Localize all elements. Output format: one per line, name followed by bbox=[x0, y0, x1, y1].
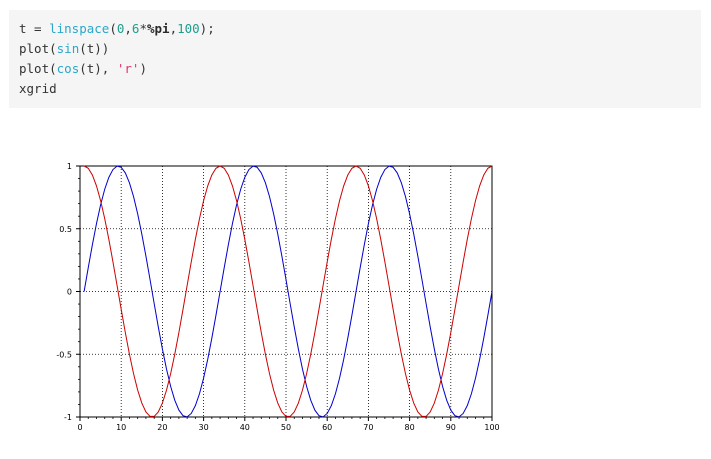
code-text: , bbox=[169, 21, 178, 36]
code-function: cos bbox=[56, 61, 80, 76]
y-tick-label: 0 bbox=[67, 288, 72, 297]
x-tick-label: 40 bbox=[240, 423, 250, 432]
code-text: (t)) bbox=[79, 41, 110, 56]
code-text: t = bbox=[19, 21, 50, 36]
code-line-1: t = linspace(0,6*%pi,100); bbox=[19, 19, 691, 39]
y-tick-label: -0.5 bbox=[56, 350, 72, 359]
x-tick-label: 90 bbox=[446, 423, 456, 432]
code-string: 'r' bbox=[116, 61, 140, 76]
code-number: 100 bbox=[177, 21, 200, 36]
code-line-3: plot(cos(t), 'r') bbox=[19, 59, 691, 79]
x-tick-label: 30 bbox=[199, 423, 209, 432]
plot-figure: 0 10 20 30 40 50 60 70 80 90 100 1 0.5 0 -0.5 -1 bbox=[56, 162, 499, 432]
x-tick-label: 80 bbox=[405, 423, 415, 432]
code-text: ); bbox=[199, 21, 215, 36]
x-tick-label: 70 bbox=[363, 423, 373, 432]
code-line-2: plot(sin(t)) bbox=[19, 39, 691, 59]
x-tick-label: 20 bbox=[157, 423, 167, 432]
code-text: xgrid bbox=[19, 81, 57, 96]
code-function: sin bbox=[56, 41, 80, 56]
x-tick-label: 50 bbox=[281, 423, 291, 432]
code-text: ( bbox=[109, 21, 117, 36]
code-function: linspace bbox=[49, 21, 110, 36]
y-tick-label: -1 bbox=[64, 413, 72, 422]
code-constant: %pi bbox=[146, 21, 170, 36]
code-line-4: xgrid bbox=[19, 79, 691, 99]
code-block: t = linspace(0,6*%pi,100); plot(sin(t)) … bbox=[9, 10, 701, 108]
code-text: (t), bbox=[79, 61, 117, 76]
code-text: * bbox=[139, 21, 147, 36]
x-tick-label: 100 bbox=[484, 423, 499, 432]
code-text: plot( bbox=[19, 41, 57, 56]
y-tick-label: 0.5 bbox=[59, 225, 72, 234]
sin-series-line bbox=[83, 165, 493, 418]
x-tick-label: 0 bbox=[77, 423, 82, 432]
x-tick-label: 10 bbox=[116, 423, 126, 432]
y-tick-label: 1 bbox=[67, 162, 72, 171]
code-text: , bbox=[124, 21, 132, 36]
x-tick-label: 60 bbox=[322, 423, 332, 432]
code-text: plot( bbox=[19, 61, 57, 76]
code-text: ) bbox=[139, 61, 147, 76]
